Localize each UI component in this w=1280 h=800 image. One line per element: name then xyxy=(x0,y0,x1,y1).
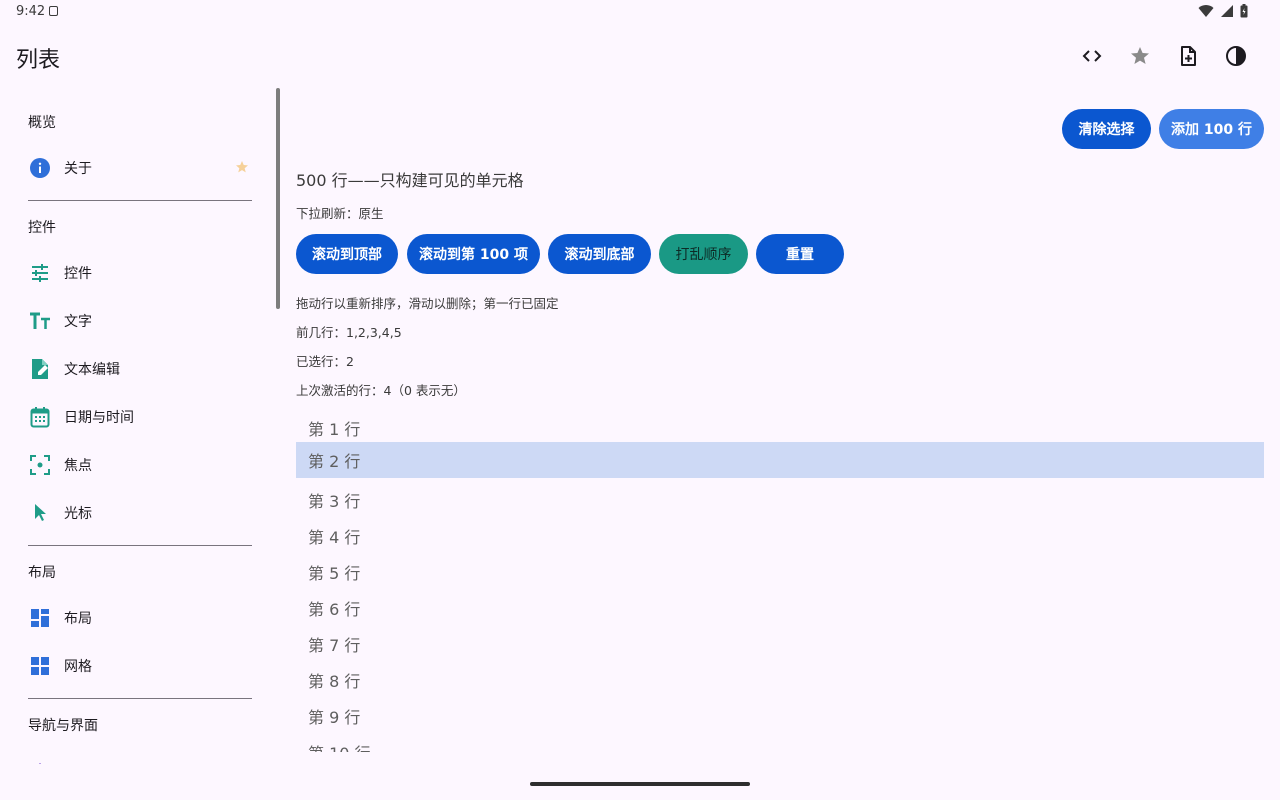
sidebar-item-about[interactable]: 关于 xyxy=(16,146,260,190)
reset-button[interactable]: 重置 xyxy=(756,234,844,274)
divider xyxy=(28,698,252,699)
tune-icon xyxy=(28,261,52,285)
status-bar: 9:42 xyxy=(0,0,1280,24)
section-header-layout: 布局 xyxy=(28,565,56,581)
status-time: 9:42 xyxy=(16,4,46,19)
theme-toggle-button[interactable] xyxy=(1212,32,1260,80)
sidebar-item-label: 网格 xyxy=(64,659,92,675)
sidebar-item-label: 文本编辑 xyxy=(64,362,120,378)
shuffle-button[interactable]: 打乱顺序 xyxy=(659,234,748,274)
page-title: 列表 xyxy=(16,48,61,73)
sidebar-item-label: 文字 xyxy=(64,314,92,330)
list-row[interactable]: 第 3 行 xyxy=(296,482,1264,518)
scroll-to-top-button[interactable]: 滚动到顶部 xyxy=(296,234,398,274)
divider xyxy=(28,545,252,546)
dashboard-icon xyxy=(28,606,52,630)
selected-row-text: 已选行：2 xyxy=(296,354,354,369)
battery-icon xyxy=(1240,4,1248,18)
sidebar-item-buttons[interactable]: 按钮 xyxy=(16,749,260,764)
contrast-icon xyxy=(1226,46,1246,66)
note-add-icon xyxy=(1181,46,1196,66)
home-indicator[interactable] xyxy=(530,782,750,786)
scroll-to-100-button[interactable]: 滚动到第 100 项 xyxy=(407,234,540,274)
sidebar-item-label: 布局 xyxy=(64,611,92,627)
sidebar-item-layout[interactable]: 布局 xyxy=(16,596,260,640)
sidebar-item-label: 日期与时间 xyxy=(64,410,134,426)
sidebar-item-widgets[interactable]: 控件 xyxy=(16,251,260,295)
main-content: 清除选择 添加 100 行 500 行——只构建可见的单元格 下拉刷新：原生 滚… xyxy=(296,88,1264,752)
first-rows-text: 前几行：1,2,3,4,5 xyxy=(296,325,402,340)
sidebar-item-date-time[interactable]: 日期与时间 xyxy=(16,395,260,439)
wifi-icon xyxy=(1198,5,1214,18)
app-bar: 列表 xyxy=(0,24,1280,88)
list-row[interactable]: 第 10 行 xyxy=(296,734,1264,752)
focus-icon xyxy=(28,453,52,477)
view-source-button[interactable] xyxy=(1068,32,1116,80)
edit-note-icon xyxy=(28,357,52,381)
pull-refresh-text: 下拉刷新：原生 xyxy=(296,206,384,221)
grid-icon xyxy=(28,654,52,678)
hint-text: 拖动行以重新排序，滑动以删除；第一行已固定 xyxy=(296,296,559,311)
sidebar-item-label: 控件 xyxy=(64,266,92,282)
list-row[interactable]: 第 8 行 xyxy=(296,662,1264,698)
add-100-rows-button[interactable]: 添加 100 行 xyxy=(1159,109,1264,149)
sidebar-scrollbar[interactable] xyxy=(276,88,280,309)
list-row[interactable]: 第 5 行 xyxy=(296,554,1264,590)
section-header-widgets: 控件 xyxy=(28,220,56,236)
sidebar-item-text-editing[interactable]: 文本编辑 xyxy=(16,347,260,391)
section-header-overview: 概览 xyxy=(28,115,56,131)
list-row[interactable]: 第 6 行 xyxy=(296,590,1264,626)
list-row-selected[interactable]: 第 2 行 xyxy=(296,442,1264,478)
signal-icon xyxy=(1221,5,1233,17)
cursor-icon xyxy=(28,501,52,525)
sidebar-item-label: 焦点 xyxy=(64,458,92,474)
notification-icon xyxy=(49,6,58,16)
divider xyxy=(28,200,252,201)
text-fields-icon xyxy=(28,309,52,333)
diamond-icon xyxy=(28,759,52,764)
sidebar-item-label: 按钮 xyxy=(64,761,92,764)
new-document-button[interactable] xyxy=(1164,32,1212,80)
code-icon xyxy=(1082,50,1102,62)
sidebar-item-text[interactable]: 文字 xyxy=(16,299,260,343)
clear-selection-button[interactable]: 清除选择 xyxy=(1062,109,1151,149)
info-icon xyxy=(28,156,52,180)
list-title: 500 行——只构建可见的单元格 xyxy=(296,171,524,190)
favorite-button[interactable] xyxy=(1116,32,1164,80)
sidebar-item-grid[interactable]: 网格 xyxy=(16,644,260,688)
sidebar-item-label: 光标 xyxy=(64,506,92,522)
calendar-icon xyxy=(28,405,52,429)
last-active-row-text: 上次激活的行：4（0 表示无） xyxy=(296,383,466,398)
list-row[interactable]: 第 9 行 xyxy=(296,698,1264,734)
section-header-navigation: 导航与界面 xyxy=(28,718,98,734)
scroll-to-bottom-button[interactable]: 滚动到底部 xyxy=(548,234,651,274)
star-icon xyxy=(1131,47,1149,64)
list-row[interactable]: 第 1 行 xyxy=(296,410,1264,446)
list-row[interactable]: 第 4 行 xyxy=(296,518,1264,554)
sidebar: 概览 关于 控件 控件 文字 文本编辑 日期与时间 焦点 光标 布局 布局 网格… xyxy=(0,88,276,764)
sidebar-item-cursor[interactable]: 光标 xyxy=(16,491,260,535)
list-row[interactable]: 第 7 行 xyxy=(296,626,1264,662)
sidebar-item-label: 关于 xyxy=(64,161,92,177)
sidebar-item-focus[interactable]: 焦点 xyxy=(16,443,260,487)
star-icon xyxy=(236,161,248,173)
